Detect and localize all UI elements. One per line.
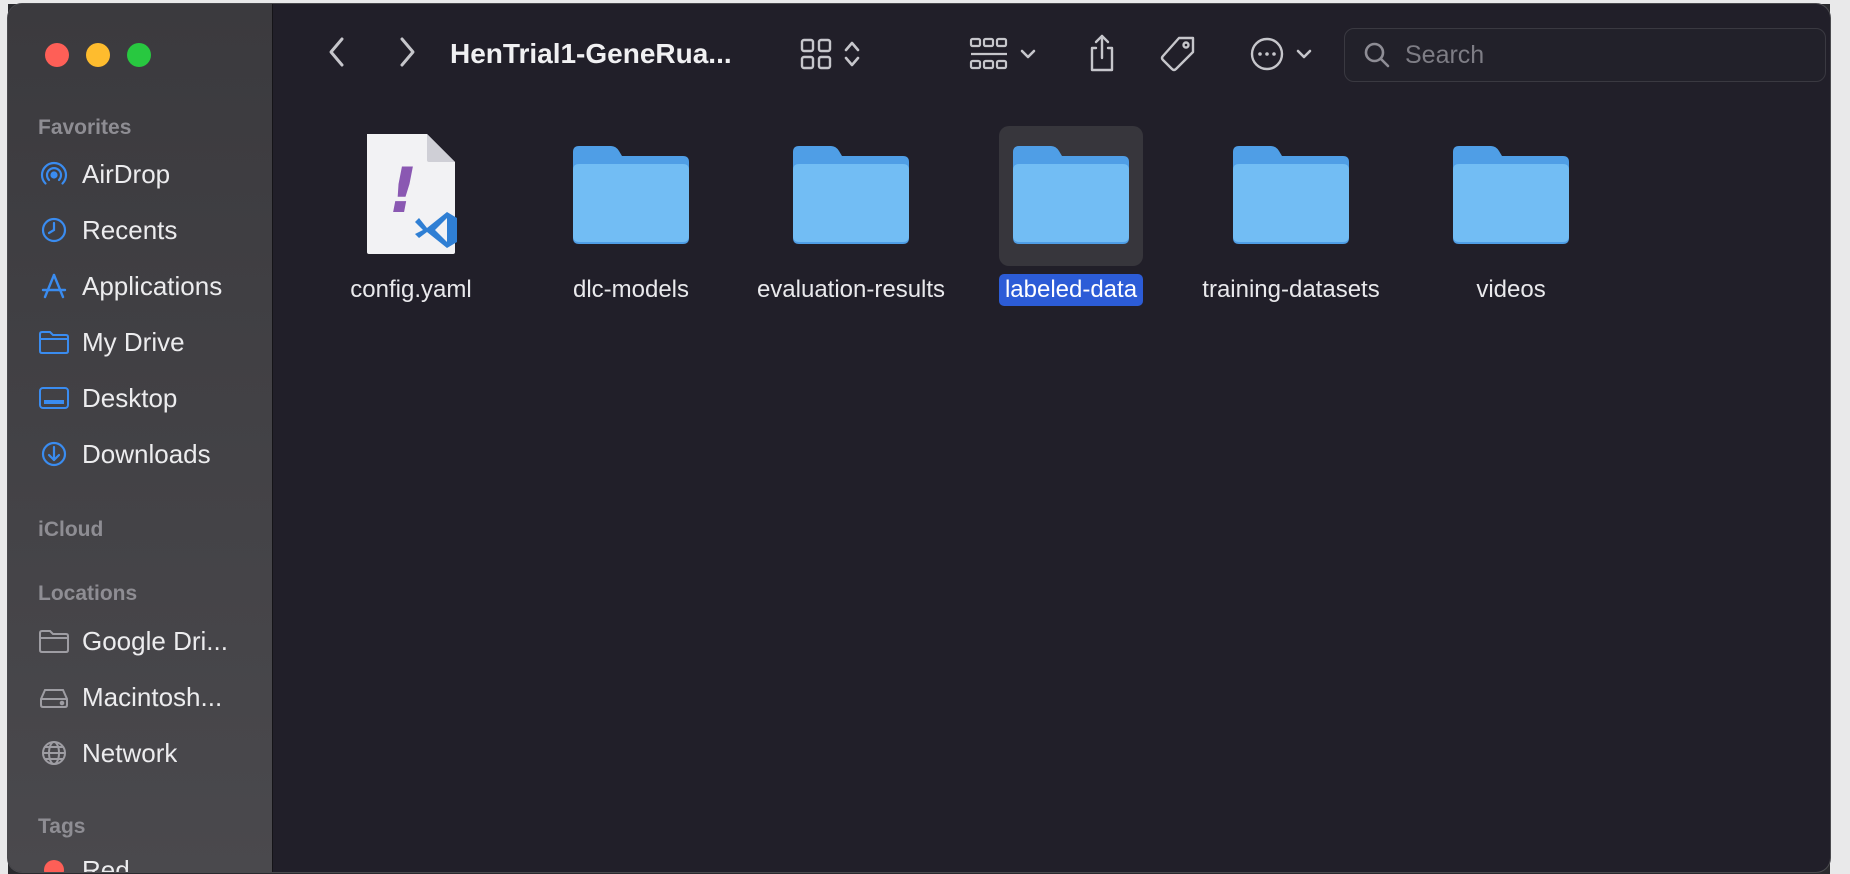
- sidebar-item-label: My Drive: [82, 326, 185, 357]
- folder-item-evaluation-results[interactable]: evaluation-results: [751, 126, 951, 306]
- folder-item-dlc-models[interactable]: dlc-models: [531, 126, 731, 306]
- item-name: evaluation-results: [756, 276, 946, 303]
- sidebar-item-label: Google Dri...: [82, 625, 228, 656]
- file-item-config-yaml[interactable]: ! config.yaml: [311, 126, 511, 306]
- sidebar-item-network[interactable]: Network: [38, 730, 258, 776]
- chevron-down-icon: [1295, 47, 1313, 65]
- sidebar-item-airdrop[interactable]: AirDrop: [38, 151, 258, 197]
- item-name: videos: [1476, 276, 1546, 303]
- close-button[interactable]: [45, 43, 69, 67]
- folder-icon: [38, 326, 70, 358]
- clock-icon: [38, 214, 70, 246]
- folder-icon: [571, 144, 691, 249]
- finder-window: Favorites AirDrop Recents Applications M…: [8, 4, 1830, 872]
- svg-text:!: !: [389, 154, 417, 227]
- sidebar-item-label: AirDrop: [82, 158, 171, 189]
- share-icon: [1086, 33, 1118, 78]
- tag-icon: [1159, 35, 1197, 78]
- sidebar-item-google-drive[interactable]: Google Dri...: [38, 618, 258, 664]
- item-thumbnail: [1439, 126, 1583, 266]
- applications-icon: [38, 270, 70, 302]
- chevron-right-icon: [397, 36, 417, 73]
- desktop-icon: [38, 382, 70, 414]
- sidebar-item-downloads[interactable]: Downloads: [38, 431, 258, 477]
- sidebar-item-my-drive[interactable]: My Drive: [38, 319, 258, 365]
- item-name: dlc-models: [572, 276, 690, 303]
- search-icon: [1363, 41, 1391, 69]
- sidebar-item-label: Network: [82, 737, 178, 768]
- share-button[interactable]: [1080, 32, 1124, 78]
- sidebar-item-label: Macintosh...: [82, 681, 223, 712]
- folder-icon: [1231, 144, 1351, 249]
- sidebar-item-tag-red[interactable]: Red: [38, 847, 258, 872]
- window-title: HenTrial1-GeneRua...: [450, 38, 732, 69]
- sidebar-item-label: Red: [82, 854, 130, 873]
- item-thumbnail: [779, 126, 923, 266]
- sidebar-item-label: Downloads: [82, 438, 211, 469]
- item-thumbnail: [999, 126, 1143, 266]
- sidebar: Favorites AirDrop Recents Applications M…: [8, 4, 273, 872]
- desktop-background-left: [0, 0, 8, 874]
- item-thumbnail: [1219, 126, 1363, 266]
- yaml-file-icon: !: [359, 130, 463, 263]
- item-thumbnail: !: [339, 126, 483, 266]
- folder-item-labeled-data[interactable]: labeled-data: [971, 126, 1171, 306]
- folder-icon: [791, 144, 911, 249]
- item-name: training-datasets: [1202, 276, 1380, 303]
- folder-item-videos[interactable]: videos: [1411, 126, 1611, 306]
- tag-button[interactable]: [1156, 34, 1200, 78]
- more-actions-button[interactable]: [1244, 34, 1318, 78]
- sidebar-item-applications[interactable]: Applications: [38, 263, 258, 309]
- folder-item-training-datasets[interactable]: training-datasets: [1191, 126, 1391, 306]
- item-name: config.yaml: [350, 276, 472, 303]
- tags-header: Tags: [38, 815, 86, 838]
- group-by-button[interactable]: [964, 34, 1042, 78]
- search-input[interactable]: [1403, 39, 1807, 71]
- icloud-header: iCloud: [38, 518, 104, 541]
- forward-button[interactable]: [387, 34, 427, 74]
- chevron-down-icon: [1019, 47, 1037, 65]
- sidebar-item-macintosh-hd[interactable]: Macintosh...: [38, 674, 258, 720]
- favorites-header: Favorites: [38, 116, 132, 139]
- sidebar-item-label: Desktop: [82, 382, 178, 413]
- sidebar-item-desktop[interactable]: Desktop: [38, 375, 258, 421]
- airdrop-icon: [38, 158, 70, 190]
- sidebar-item-label: Recents: [82, 214, 178, 245]
- minimize-button[interactable]: [86, 43, 110, 67]
- icon-grid-icon: [799, 37, 833, 76]
- item-name: labeled-data: [998, 274, 1144, 306]
- folder-icon: [1011, 144, 1131, 249]
- globe-icon: [38, 737, 70, 769]
- zoom-button[interactable]: [127, 43, 151, 67]
- ellipsis-circle-icon: [1249, 36, 1285, 77]
- group-grid-icon: [969, 37, 1009, 76]
- folder-icon: [1451, 144, 1571, 249]
- view-mode-button[interactable]: [790, 34, 870, 78]
- locations-header: Locations: [38, 582, 138, 605]
- chevron-up-down-icon: [843, 39, 861, 74]
- download-icon: [38, 438, 70, 470]
- sidebar-item-label: Applications: [82, 270, 223, 301]
- item-thumbnail: [559, 126, 703, 266]
- desktop-background-right: [1830, 0, 1850, 874]
- sidebar-item-recents[interactable]: Recents: [38, 207, 258, 253]
- window-controls: [45, 43, 151, 67]
- chevron-left-icon: [327, 36, 347, 73]
- search-field[interactable]: [1344, 28, 1826, 82]
- tag-color-dot-icon: [38, 854, 70, 872]
- folder-icon: [38, 625, 70, 657]
- back-button[interactable]: [317, 34, 357, 74]
- drive-icon: [38, 681, 70, 713]
